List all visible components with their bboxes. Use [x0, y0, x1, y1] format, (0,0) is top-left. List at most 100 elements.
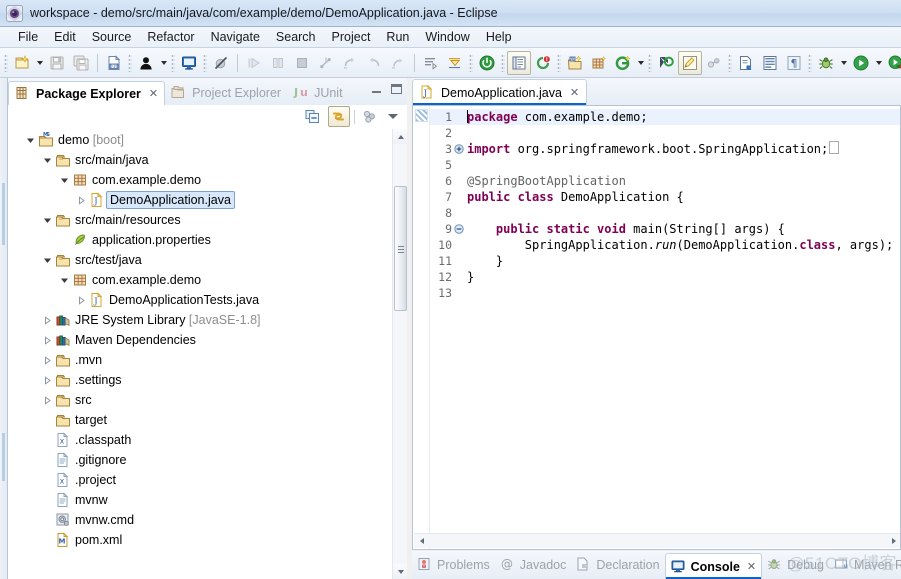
scrollbar-thumb[interactable]: [394, 186, 407, 311]
maximize-icon[interactable]: [391, 84, 402, 94]
close-icon[interactable]: ✕: [149, 87, 158, 100]
tree-item[interactable]: src/main/resources: [9, 210, 406, 230]
tab-demoapplication-java[interactable]: J DemoApplication.java ✕: [412, 79, 587, 106]
tree-expander-open-icon[interactable]: [40, 210, 54, 230]
search-button[interactable]: [654, 51, 678, 75]
scroll-down-button[interactable]: [393, 564, 408, 579]
scroll-up-button[interactable]: [393, 129, 408, 144]
tree-item[interactable]: Maven Dependencies: [9, 330, 406, 350]
tree-item[interactable]: com.example.demo: [9, 170, 406, 190]
code-line[interactable]: 9 public static void main(String[] args)…: [430, 221, 900, 237]
new-java-project-button[interactable]: AJ: [563, 51, 587, 75]
tree-item[interactable]: src: [9, 390, 406, 410]
toolbar-grip-10[interactable]: [808, 54, 812, 72]
tree-expander-closed-icon[interactable]: [40, 330, 54, 350]
save-button[interactable]: [45, 51, 69, 75]
menu-navigate[interactable]: Navigate: [203, 29, 268, 45]
tree-item[interactable]: JRE System Library [JavaSE-1.8]: [9, 310, 406, 330]
tab-debug[interactable]: Debug: [762, 552, 829, 578]
code-line[interactable]: 5: [430, 157, 900, 173]
tree-item[interactable]: mvnw: [9, 490, 406, 510]
perspective-dropdown[interactable]: [158, 52, 169, 74]
toolbar-grip-8[interactable]: [648, 54, 652, 72]
tab-package-explorer[interactable]: Package Explorer ✕: [8, 81, 165, 106]
tree-expander-closed-icon[interactable]: [40, 370, 54, 390]
tree-expander-open-icon[interactable]: [57, 270, 71, 290]
menu-source[interactable]: Source: [84, 29, 140, 45]
tree-expander-open-icon[interactable]: [57, 170, 71, 190]
tree-expander-closed-icon[interactable]: [74, 290, 88, 310]
open-type-button[interactable]: [734, 51, 758, 75]
tab-junit[interactable]: J u JUnit: [287, 80, 348, 105]
outline-button[interactable]: [758, 51, 782, 75]
tab-maven-repositories[interactable]: M Maven R: [829, 552, 901, 578]
toolbar-grip-2[interactable]: [128, 54, 132, 72]
tab-problems[interactable]: Problems: [412, 552, 495, 578]
tree-item[interactable]: Mpom.xml: [9, 530, 406, 550]
tree-item[interactable]: mvnw.cmd: [9, 510, 406, 530]
tree-item[interactable]: x.classpath: [9, 430, 406, 450]
code-line[interactable]: 7public class DemoApplication {: [430, 189, 900, 205]
menu-search[interactable]: Search: [268, 29, 324, 45]
collapse-all-button[interactable]: [302, 106, 324, 127]
save-all-button[interactable]: [69, 51, 93, 75]
tree-item[interactable]: JDemoApplication.java: [9, 190, 406, 210]
new-package-button[interactable]: [587, 51, 611, 75]
menu-help[interactable]: Help: [478, 29, 520, 45]
step-return-button[interactable]: [362, 51, 386, 75]
menu-file[interactable]: File: [10, 29, 46, 45]
previous-annotation-button[interactable]: [443, 51, 467, 75]
toolbar-grip-9[interactable]: [728, 54, 732, 72]
link-with-editor-button[interactable]: [328, 106, 350, 127]
tab-project-explorer[interactable]: Project Explorer: [165, 80, 287, 105]
new-class-button[interactable]: [611, 51, 635, 75]
tree-item[interactable]: src/test/java: [9, 250, 406, 270]
code-line[interactable]: 6@SpringBootApplication: [430, 173, 900, 189]
code-line[interactable]: 11 }: [430, 253, 900, 269]
spring-boot-dashboard-button[interactable]: [475, 51, 499, 75]
toggle-mark-occurrences-button[interactable]: [678, 51, 702, 75]
tree-item[interactable]: application.properties: [9, 230, 406, 250]
editor-horizontal-scrollbar[interactable]: [414, 533, 901, 548]
step-into-button[interactable]: [314, 51, 338, 75]
tab-javadoc[interactable]: @ Javadoc: [495, 552, 572, 578]
tree-expander-open-icon[interactable]: [40, 150, 54, 170]
project-tree[interactable]: MSdemo [boot]src/main/javacom.example.de…: [8, 129, 407, 579]
next-annotation-button[interactable]: [419, 51, 443, 75]
debug-dropdown[interactable]: [838, 52, 849, 74]
link-button[interactable]: [702, 51, 726, 75]
open-console-button[interactable]: [177, 51, 201, 75]
tree-expander-closed-icon[interactable]: [40, 310, 54, 330]
tree-item[interactable]: x.project: [9, 470, 406, 490]
toolbar-grip[interactable]: [4, 54, 8, 72]
menu-edit[interactable]: Edit: [46, 29, 84, 45]
tree-expander-open-icon[interactable]: [23, 130, 37, 150]
menu-project[interactable]: Project: [324, 29, 379, 45]
menu-refactor[interactable]: Refactor: [139, 29, 202, 45]
toolbar-grip-5[interactable]: [469, 54, 473, 72]
tree-expander-closed-icon[interactable]: [74, 190, 88, 210]
tree-item[interactable]: .settings: [9, 370, 406, 390]
toolbar-grip-6[interactable]: [501, 54, 505, 72]
scroll-right-button[interactable]: [886, 534, 901, 548]
tree-item[interactable]: target: [9, 410, 406, 430]
scroll-left-button[interactable]: [414, 534, 429, 548]
close-icon[interactable]: ✕: [747, 560, 756, 573]
open-perspective-button[interactable]: [134, 51, 158, 75]
tree-item[interactable]: .mvn: [9, 350, 406, 370]
run-dropdown[interactable]: [873, 52, 884, 74]
focus-on-active-task-button[interactable]: [359, 106, 381, 127]
tab-console[interactable]: Console ✕: [665, 553, 763, 579]
code-line[interactable]: 8: [430, 205, 900, 221]
code-line[interactable]: 10 SpringApplication.run(DemoApplication…: [430, 237, 900, 253]
step-over-button[interactable]: [338, 51, 362, 75]
code-line[interactable]: 12}: [430, 269, 900, 285]
terminate-button[interactable]: [290, 51, 314, 75]
tree-item[interactable]: src/main/java: [9, 150, 406, 170]
code-line[interactable]: 1package com.example.demo;: [430, 109, 900, 125]
new-class-dropdown[interactable]: [635, 52, 646, 74]
suspend-button[interactable]: [266, 51, 290, 75]
run-button[interactable]: [849, 51, 873, 75]
tree-expander-closed-icon[interactable]: [40, 350, 54, 370]
run-external-tools-button[interactable]: [884, 51, 901, 75]
